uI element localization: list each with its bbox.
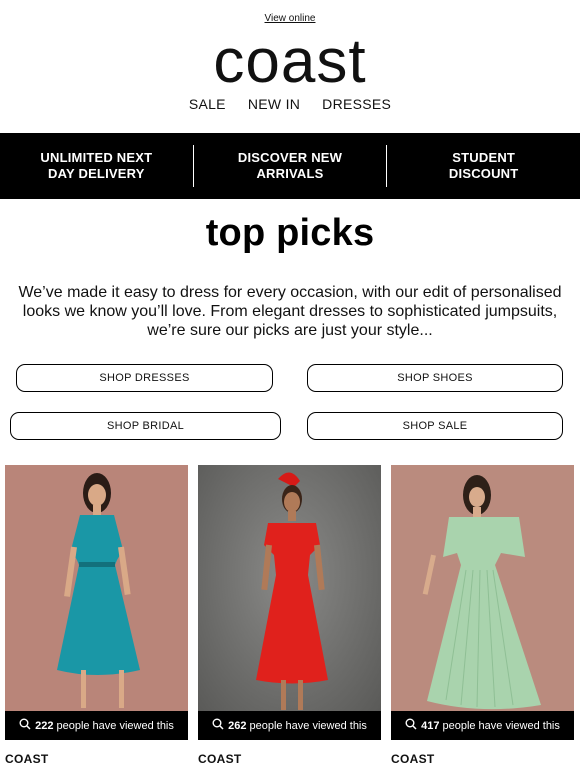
product-image[interactable]: 262 people have viewed this	[198, 465, 381, 740]
promo-student-discount[interactable]: STUDENT DISCOUNT	[387, 150, 580, 182]
nav-dresses[interactable]: DRESSES	[322, 96, 391, 112]
shop-shoes-button[interactable]: SHOP SHOES	[307, 364, 563, 392]
product-image[interactable]: 222 people have viewed this	[5, 465, 188, 740]
product-card[interactable]: 262 people have viewed this COAST	[198, 465, 381, 766]
coast-logo[interactable]: coast	[0, 22, 580, 102]
top-nav: SALE NEW IN DRESSES	[0, 96, 580, 112]
nav-new-in[interactable]: NEW IN	[248, 96, 300, 112]
shop-bridal-button[interactable]: SHOP BRIDAL	[10, 412, 281, 440]
promo-new-arrivals[interactable]: DISCOVER NEW ARRIVALS	[194, 150, 387, 182]
search-icon	[212, 718, 224, 733]
shop-sale-button[interactable]: SHOP SALE	[307, 412, 563, 440]
product-card[interactable]: 222 people have viewed this COAST	[5, 465, 188, 766]
product-photo-mint-dress	[391, 465, 574, 740]
product-brand: COAST	[198, 752, 242, 766]
viewed-count: 262	[228, 719, 247, 732]
promo-delivery[interactable]: UNLIMITED NEXT DAY DELIVERY	[0, 150, 193, 182]
product-card[interactable]: 417 people have viewed this COAST	[391, 465, 574, 766]
nav-sale[interactable]: SALE	[189, 96, 226, 112]
viewed-text: people have viewed this	[249, 719, 367, 732]
promo-bar: UNLIMITED NEXT DAY DELIVERY DISCOVER NEW…	[0, 133, 580, 199]
viewed-badge: 417 people have viewed this	[391, 711, 574, 740]
viewed-text: people have viewed this	[442, 719, 560, 732]
viewed-count: 417	[421, 719, 440, 732]
search-icon	[405, 718, 417, 733]
search-icon	[19, 718, 31, 733]
shop-dresses-button[interactable]: SHOP DRESSES	[16, 364, 273, 392]
intro-text: We’ve made it easy to dress for every oc…	[18, 284, 562, 339]
product-photo-red-dress	[198, 465, 381, 740]
viewed-count: 222	[35, 719, 54, 732]
viewed-text: people have viewed this	[56, 719, 174, 732]
product-brand: COAST	[5, 752, 49, 766]
product-brand: COAST	[391, 752, 435, 766]
product-image[interactable]: 417 people have viewed this	[391, 465, 574, 740]
viewed-badge: 262 people have viewed this	[198, 711, 381, 740]
viewed-badge: 222 people have viewed this	[5, 711, 188, 740]
product-photo-teal-dress	[5, 465, 188, 740]
page-title: top picks	[205, 212, 375, 254]
